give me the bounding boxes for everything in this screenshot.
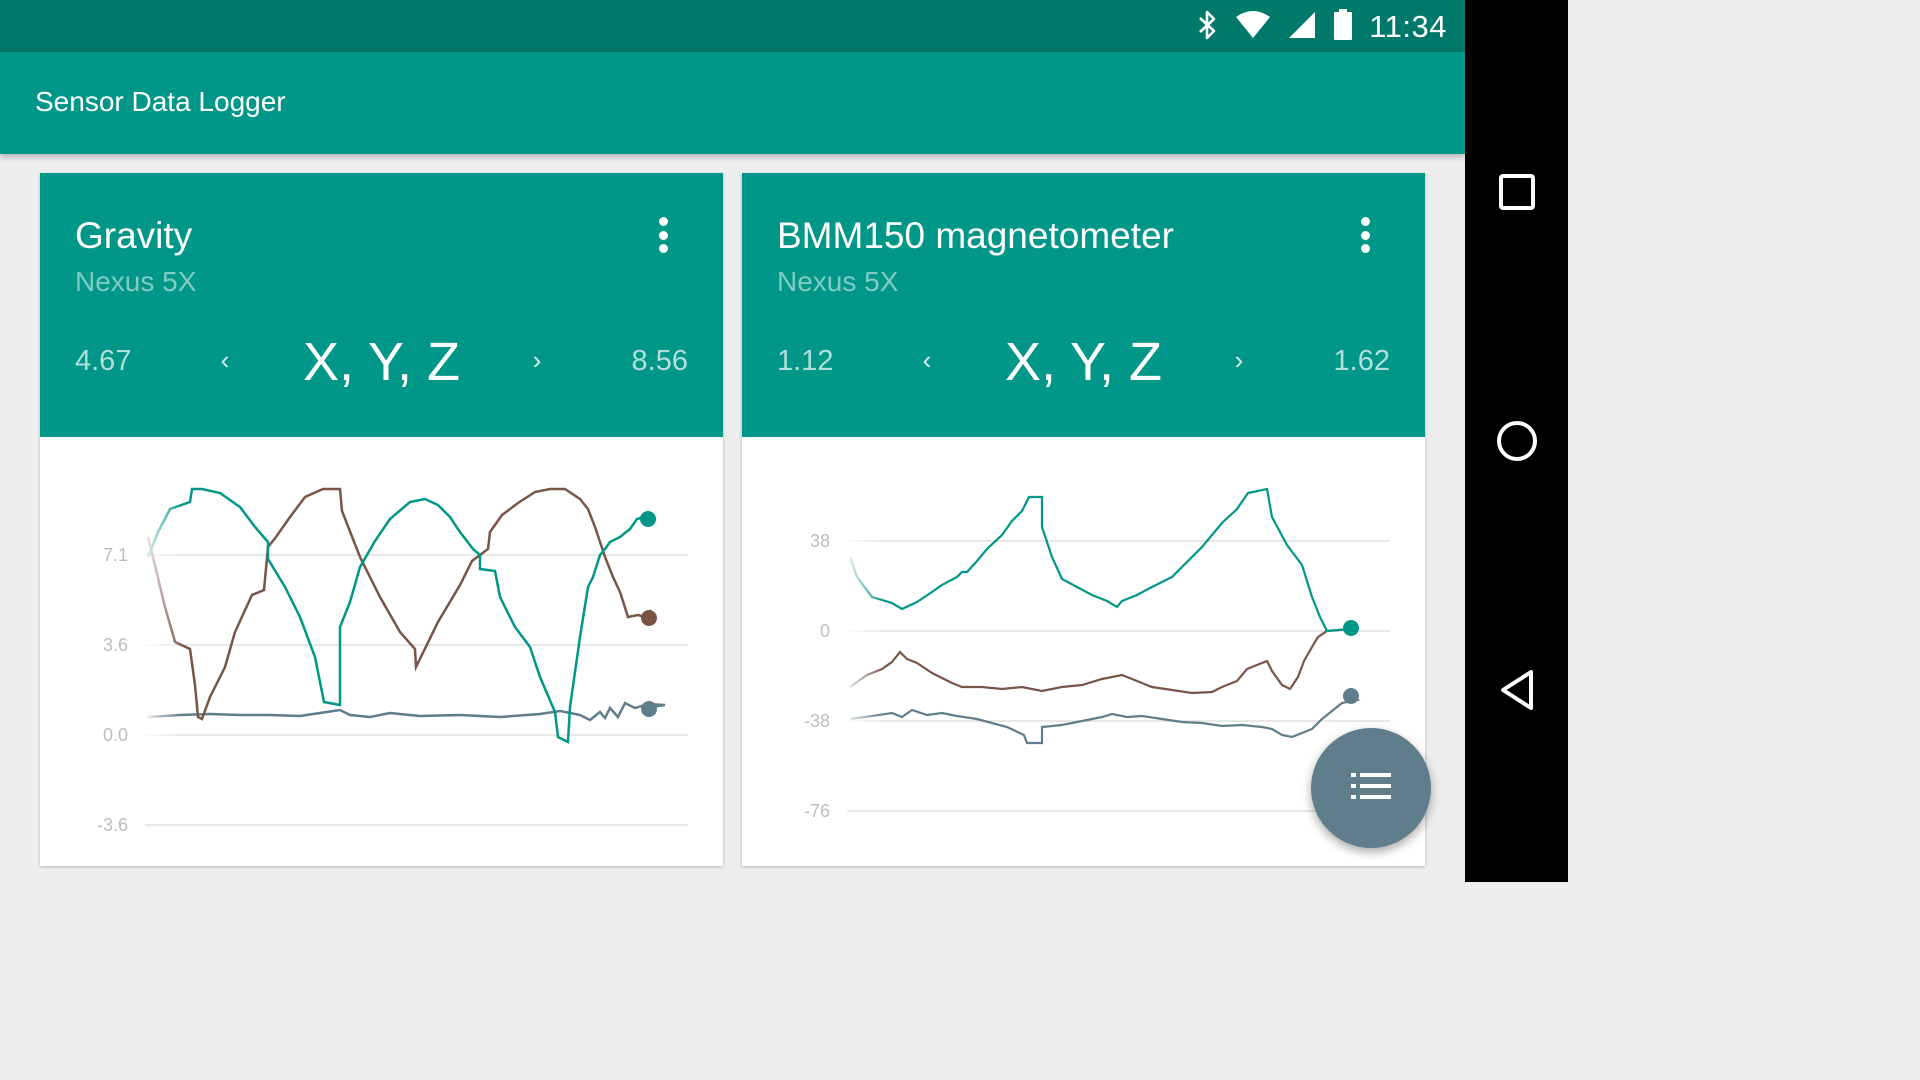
status-bar: 11:34	[0, 0, 1465, 52]
next-dimension-button[interactable]: ›	[522, 345, 552, 376]
series-y-line	[849, 627, 1351, 695]
series-x-endpoint	[640, 511, 656, 527]
y-tick-label: 0	[820, 621, 830, 641]
status-time: 11:34	[1369, 9, 1447, 44]
navigation-bar	[1465, 0, 1568, 882]
y-tick-label: 0.0	[103, 725, 128, 745]
y-tick-label: -3.6	[97, 815, 128, 835]
range-max: 8.56	[631, 345, 688, 377]
more-options-icon[interactable]	[1355, 217, 1375, 253]
home-circle-icon[interactable]	[1491, 415, 1543, 467]
app-title: Sensor Data Logger	[35, 86, 286, 117]
battery-icon	[1333, 8, 1353, 46]
sensor-card-gravity[interactable]: Gravity Nexus 5X 4.67 ‹ X, Y, Z › 8.56 7…	[40, 173, 723, 866]
list-icon	[1351, 772, 1391, 804]
card-device: Nexus 5X	[75, 266, 197, 297]
series-y-line	[146, 487, 656, 721]
y-tick-label: -38	[804, 711, 830, 731]
next-dimension-button[interactable]: ›	[1224, 345, 1254, 376]
app-bar: Sensor Data Logger	[0, 52, 1465, 154]
axes-label: X, Y, Z	[1004, 332, 1163, 392]
status-icons: 11:34	[1197, 8, 1447, 46]
card-device: Nexus 5X	[777, 266, 899, 297]
series-z-line	[849, 695, 1361, 745]
y-tick-label: -76	[804, 801, 830, 821]
more-options-icon[interactable]	[653, 217, 673, 253]
cellular-signal-icon	[1287, 10, 1317, 45]
line-fade-mask	[842, 477, 884, 767]
series-x-endpoint	[1343, 620, 1359, 636]
axes-label: X, Y, Z	[302, 332, 461, 392]
recents-square-icon[interactable]	[1491, 166, 1543, 218]
y-tick-label: 7.1	[103, 545, 128, 565]
log-list-button[interactable]	[1311, 728, 1431, 848]
line-fade-mask	[140, 477, 182, 767]
series-z-endpoint	[1343, 688, 1359, 704]
range-max: 1.62	[1333, 345, 1390, 377]
back-triangle-icon[interactable]	[1491, 664, 1543, 716]
bluetooth-icon	[1197, 9, 1219, 46]
card-title: Gravity	[75, 215, 193, 256]
series-z-line	[147, 701, 666, 722]
series-y-endpoint	[641, 610, 657, 626]
y-tick-label: 3.6	[103, 635, 128, 655]
y-tick-label: 38	[810, 531, 830, 551]
card-title: BMM150 magnetometer	[777, 215, 1174, 256]
series-x-line	[848, 487, 1351, 633]
card-header: BMM150 magnetometer Nexus 5X 1.12 ‹ X, Y…	[742, 173, 1425, 437]
card-header: Gravity Nexus 5X 4.67 ‹ X, Y, Z › 8.56	[40, 173, 723, 437]
series-x-line	[146, 487, 648, 744]
series-z-endpoint	[641, 701, 657, 717]
gravity-chart: 7.1 3.6 0.0 -3.6	[40, 437, 723, 866]
wifi-icon	[1235, 10, 1271, 44]
